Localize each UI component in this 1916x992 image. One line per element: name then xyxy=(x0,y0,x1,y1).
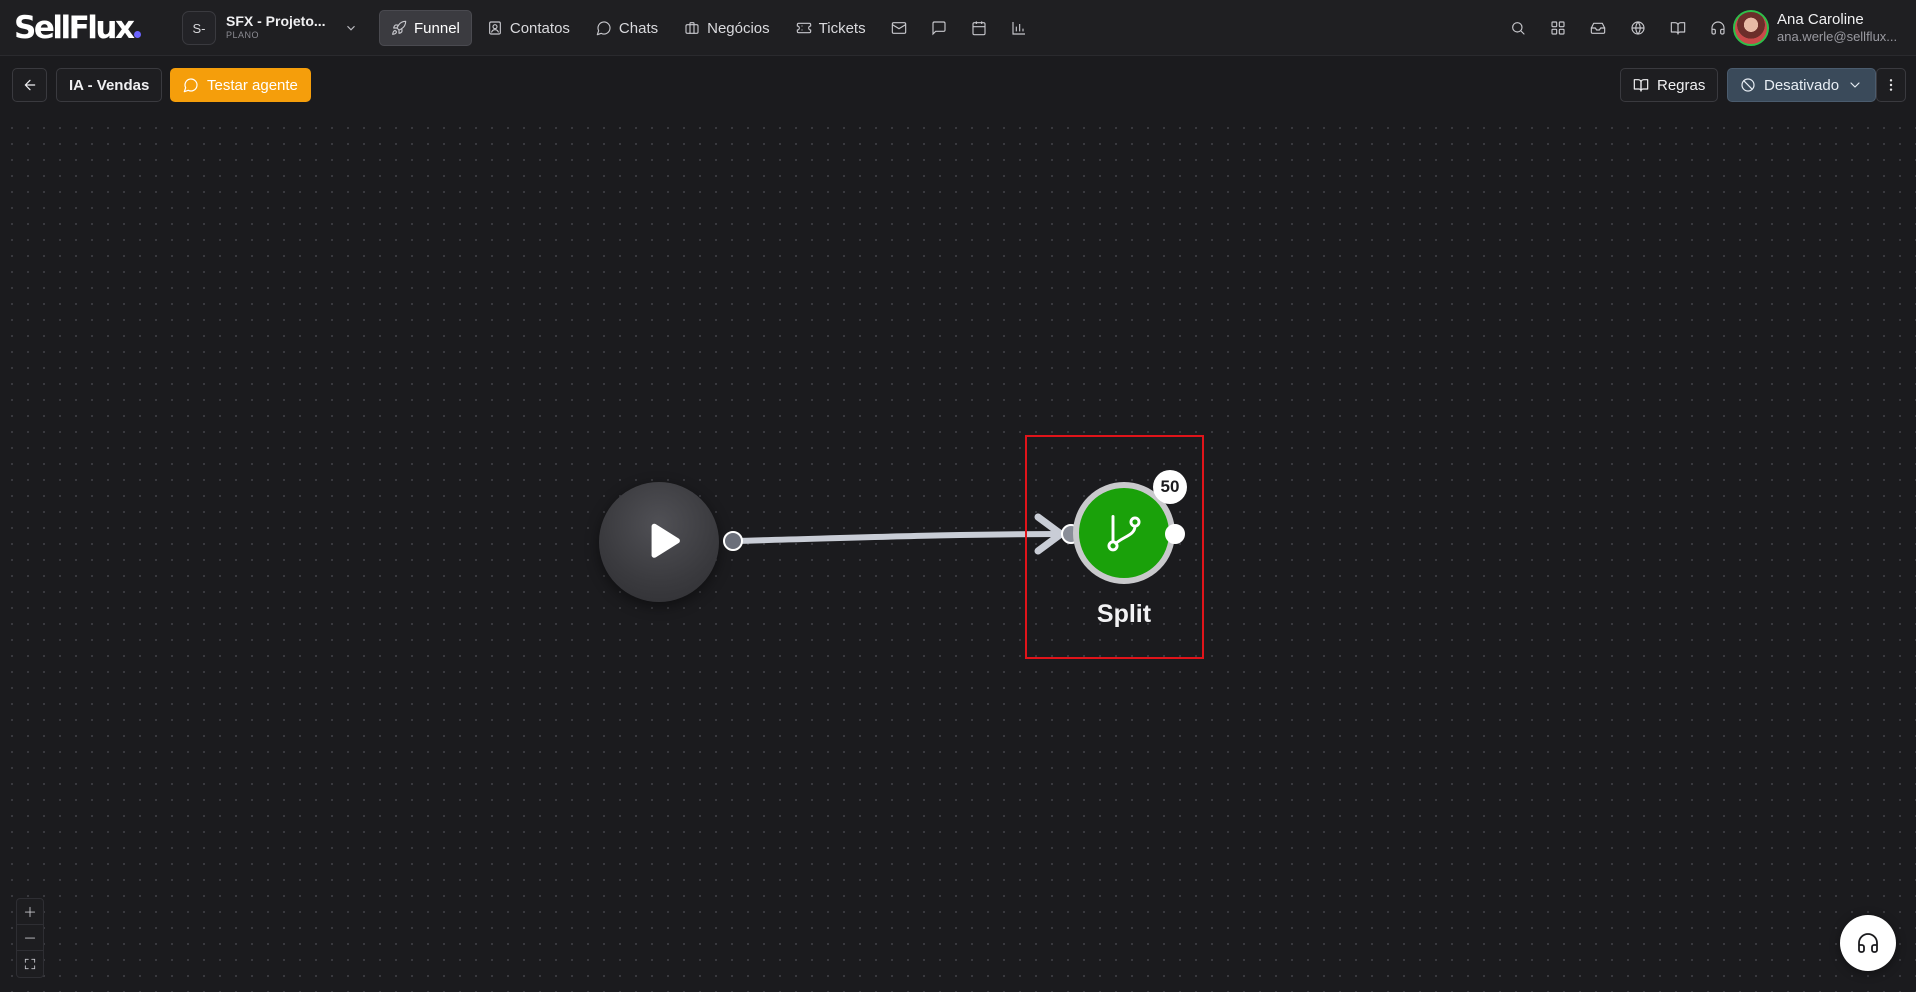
zoom-in-button[interactable] xyxy=(17,899,43,925)
header-actions xyxy=(1500,10,1736,46)
workspace-name: SFX - Projeto... xyxy=(226,13,326,29)
message-square-icon xyxy=(932,21,946,36)
inbox-button[interactable] xyxy=(1580,10,1616,46)
zoom-out-button[interactable] xyxy=(17,925,43,951)
search-button[interactable] xyxy=(1500,10,1536,46)
nav-item-chats[interactable]: Chats xyxy=(585,10,669,46)
mail-icon xyxy=(891,22,906,34)
rules-button[interactable]: Regras xyxy=(1620,68,1719,102)
apps-button[interactable] xyxy=(1540,10,1576,46)
logo-text: SellFlux xyxy=(14,10,135,46)
briefcase-icon xyxy=(685,22,699,34)
nav-label-funnel: Funnel xyxy=(414,19,460,37)
start-node[interactable] xyxy=(599,482,719,602)
play-icon xyxy=(651,523,680,558)
workspace-text: SFX - Projeto... PLANO xyxy=(226,14,326,42)
rules-label: Regras xyxy=(1657,76,1706,94)
test-agent-label: Testar agente xyxy=(207,76,298,94)
flow-title: IA - Vendas xyxy=(69,76,150,94)
more-options-button[interactable] xyxy=(1876,68,1906,102)
headset-icon xyxy=(1858,933,1878,953)
git-branch-icon xyxy=(1107,515,1141,552)
user-email: ana.werle@sellflux... xyxy=(1777,29,1897,44)
nav-item-tickets[interactable]: Tickets xyxy=(785,10,877,46)
edge-line xyxy=(730,531,1063,544)
user-text: Ana Caroline ana.werle@sellflux... xyxy=(1777,11,1897,45)
rocket-icon xyxy=(392,20,407,35)
ticket-icon xyxy=(796,22,811,34)
sellflux-logo[interactable]: SellFlux xyxy=(14,10,142,46)
nav-label-negocios: Negócios xyxy=(707,19,770,37)
bar-chart-icon xyxy=(1012,22,1025,35)
calendar-icon xyxy=(972,21,986,36)
headset-icon xyxy=(1711,21,1725,35)
apps-grid-icon xyxy=(1551,21,1565,35)
nav-calendar-button[interactable] xyxy=(961,10,997,46)
split-node-output-handle[interactable] xyxy=(1165,524,1185,544)
start-node-output-handle[interactable] xyxy=(723,531,743,551)
flow-edge xyxy=(730,513,1065,555)
main-nav: Funnel Contatos Chats Negócios Tickets xyxy=(379,10,1037,46)
top-navigation-bar: SellFlux S- SFX - Projeto... PLANO Funne… xyxy=(0,0,1916,56)
book-open-icon xyxy=(1633,79,1649,92)
more-vertical-icon xyxy=(1889,79,1893,91)
nav-item-funnel[interactable]: Funnel xyxy=(379,10,472,46)
ban-icon xyxy=(1741,78,1755,92)
nav-label-tickets: Tickets xyxy=(818,19,866,37)
arrow-left-icon xyxy=(24,79,35,91)
flow-title-button[interactable]: IA - Vendas xyxy=(56,68,163,102)
chat-bubble-icon xyxy=(183,78,198,93)
fit-view-button[interactable] xyxy=(17,951,43,977)
flow-canvas[interactable]: 50 Split xyxy=(0,116,1916,992)
avatar xyxy=(1733,10,1769,46)
book-icon xyxy=(1670,22,1686,35)
search-icon xyxy=(1512,22,1525,35)
contacts-icon xyxy=(488,21,501,35)
support-chat-button[interactable] xyxy=(1840,915,1896,971)
inbox-icon xyxy=(1590,22,1606,34)
edge-arrowhead xyxy=(1034,513,1065,555)
test-agent-button[interactable]: Testar agente xyxy=(170,68,311,102)
workspace-avatar: S- xyxy=(182,11,216,45)
nav-mail-button[interactable] xyxy=(881,10,917,46)
chat-bubble-icon xyxy=(596,21,611,36)
status-dropdown[interactable]: Desativado xyxy=(1727,68,1877,102)
nav-label-chats: Chats xyxy=(618,19,659,37)
chevron-down-icon xyxy=(1850,82,1860,88)
docs-button[interactable] xyxy=(1660,10,1696,46)
maximize-icon xyxy=(24,958,36,970)
split-count-badge: 50 xyxy=(1153,470,1187,504)
workspace-selector[interactable]: S- SFX - Projeto... PLANO xyxy=(182,10,358,46)
nav-reports-button[interactable] xyxy=(1001,10,1037,46)
nav-messages-button[interactable] xyxy=(921,10,957,46)
user-name: Ana Caroline xyxy=(1777,11,1864,28)
language-button[interactable] xyxy=(1620,10,1656,46)
nav-item-negocios[interactable]: Negócios xyxy=(673,10,781,46)
chevron-down-icon xyxy=(346,25,355,31)
flow-toolbar: IA - Vendas Testar agente Regras Desativ… xyxy=(0,56,1916,116)
zoom-controls xyxy=(16,898,44,978)
split-node-label: Split xyxy=(1096,600,1152,628)
user-menu[interactable]: Ana Caroline ana.werle@sellflux... xyxy=(1733,10,1897,46)
support-button[interactable] xyxy=(1700,10,1736,46)
minus-icon xyxy=(24,937,36,938)
logo-dot xyxy=(134,31,142,38)
nav-label-contatos: Contatos xyxy=(509,19,570,37)
workspace-plan: PLANO xyxy=(226,30,260,40)
status-label: Desativado xyxy=(1764,76,1840,94)
back-button[interactable] xyxy=(12,68,47,102)
globe-icon xyxy=(1631,21,1645,35)
plus-icon xyxy=(24,906,36,917)
nav-item-contatos[interactable]: Contatos xyxy=(476,10,581,46)
